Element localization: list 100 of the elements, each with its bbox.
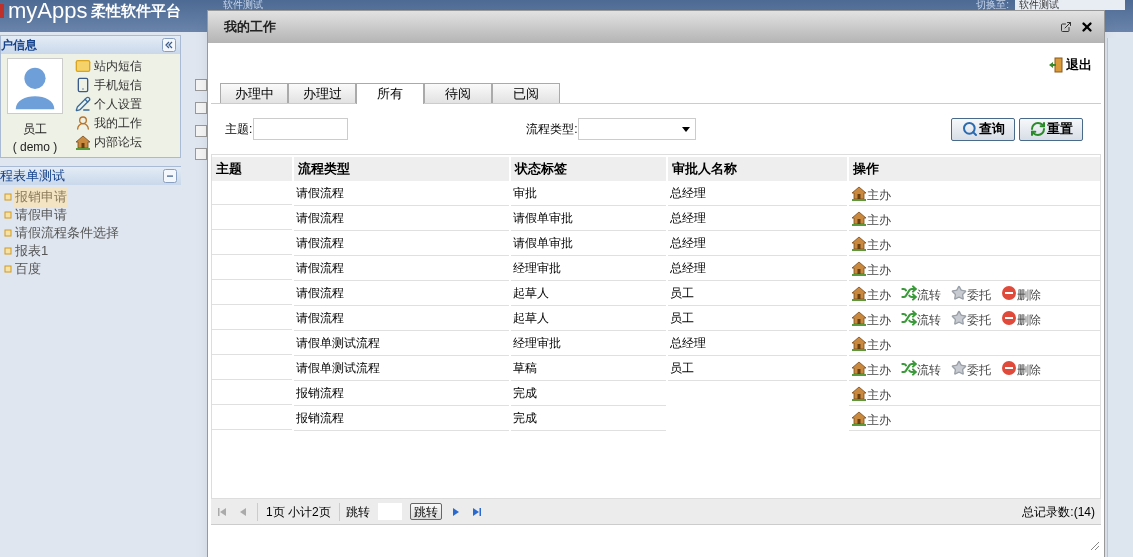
tree-item[interactable]: 请假申请 (14, 205, 68, 225)
dropdown-arrow-icon (681, 126, 690, 132)
process-type-label: 流程类型: (526, 121, 578, 138)
checkbox[interactable] (195, 78, 207, 91)
action-link[interactable]: 主办 (850, 385, 891, 401)
tree-item[interactable]: 报表1 (14, 241, 50, 261)
column-header: 主题 (212, 157, 292, 181)
action-link[interactable]: 流转 (900, 360, 941, 376)
action-link[interactable]: 删除 (1000, 360, 1041, 376)
table-cell: 完成 (511, 381, 667, 406)
action-link[interactable]: 流转 (900, 310, 941, 326)
subject-field[interactable] (253, 118, 349, 140)
jump-button[interactable]: 跳转 (409, 503, 442, 520)
table-cell: 请假流程 (293, 281, 509, 306)
column-header: 流程类型 (293, 157, 509, 181)
sidebar-link[interactable]: 站内短信 (75, 58, 142, 74)
table-cell: 起草人 (511, 306, 667, 331)
sidebar-link[interactable]: 我的工作 (75, 115, 142, 131)
checkbox[interactable] (195, 147, 207, 160)
house-icon (850, 260, 867, 276)
phone-icon (75, 77, 91, 93)
action-link[interactable]: 删除 (1000, 285, 1041, 301)
action-link[interactable]: 删除 (1000, 310, 1041, 326)
minimize-icon[interactable] (163, 169, 177, 183)
exit-link[interactable]: 退出 (1048, 55, 1092, 75)
delete-icon (1000, 360, 1017, 376)
search-icon (961, 121, 978, 137)
refresh-icon (1029, 121, 1046, 137)
user-name: 员工 (23, 121, 47, 138)
house-icon (850, 185, 867, 201)
tab[interactable]: 所有 (356, 83, 424, 104)
table-cell: 请假单审批 (511, 206, 667, 231)
tree-item[interactable]: 报销申请 (14, 187, 68, 207)
process-type-select[interactable] (577, 118, 696, 140)
delete-icon (1000, 285, 1017, 301)
pencil-icon (75, 96, 91, 112)
star-icon (950, 310, 967, 326)
action-link[interactable]: 流转 (900, 285, 941, 301)
table-cell: 员工 (668, 281, 847, 306)
house-icon (850, 360, 867, 376)
tab[interactable]: 已阅 (492, 83, 560, 103)
action-link[interactable]: 主办 (850, 335, 891, 351)
first-page-icon[interactable] (217, 505, 229, 518)
star-icon (950, 285, 967, 301)
tree-item[interactable]: 百度 (14, 259, 42, 279)
table-cell: 总经理 (668, 256, 847, 281)
table-cell: 总经理 (668, 206, 847, 231)
action-link[interactable]: 主办 (850, 235, 891, 251)
dialog-title: 我的工作 (224, 18, 276, 37)
action-link[interactable]: 主办 (850, 260, 891, 276)
shuffle-icon (900, 285, 917, 301)
action-link[interactable]: 委托 (950, 360, 991, 376)
column-header: 状态标签 (511, 157, 667, 181)
house-icon (850, 285, 867, 301)
column-header: 审批人名称 (668, 157, 847, 181)
action-link[interactable]: 主办 (850, 185, 891, 201)
tree-item[interactable]: 请假流程条件选择 (14, 223, 120, 243)
checkbox[interactable] (195, 101, 207, 114)
table-cell: 请假流程 (293, 206, 509, 231)
house-icon (850, 310, 867, 326)
panel-title: 户信息 (1, 37, 37, 54)
action-link[interactable]: 委托 (950, 285, 991, 301)
table-cell: 报销流程 (293, 406, 509, 431)
close-icon[interactable] (1080, 20, 1094, 34)
table-cell: 请假单测试流程 (293, 331, 509, 356)
house-icon (850, 385, 867, 401)
app-title: 软件测试 (223, 0, 264, 10)
sidebar-link[interactable]: 内部论坛 (75, 134, 142, 150)
user-account: ( demo ) (12, 139, 58, 156)
toolbar-button[interactable]: 查询 (951, 117, 1015, 141)
tab[interactable]: 待阅 (424, 83, 492, 103)
popout-icon[interactable] (1060, 21, 1072, 33)
action-link[interactable]: 主办 (850, 310, 891, 326)
star-icon (950, 360, 967, 376)
table-cell: 完成 (511, 406, 667, 431)
table-cell: 请假单审批 (511, 231, 667, 256)
panel-title: 程表单测试 (0, 167, 65, 186)
table-cell: 草稿 (511, 356, 667, 381)
house-icon (850, 410, 867, 426)
sidebar-link[interactable]: 手机短信 (75, 77, 142, 93)
table-cell: 总经理 (668, 181, 847, 206)
table-cell: 报销流程 (293, 381, 509, 406)
checkbox[interactable] (195, 124, 207, 137)
tab[interactable]: 办理中 (220, 83, 288, 103)
table-cell: 总经理 (668, 331, 847, 356)
table-cell: 请假流程 (293, 231, 509, 256)
tab[interactable]: 办理过 (288, 83, 356, 103)
shuffle-icon (900, 360, 917, 376)
resize-grip-icon[interactable] (1090, 541, 1100, 551)
switch-select[interactable]: 软件测试 (1015, 0, 1125, 10)
user-icon (75, 115, 91, 131)
action-link[interactable]: 主办 (850, 410, 891, 426)
toolbar-button[interactable]: 重置 (1019, 117, 1083, 141)
action-link[interactable]: 主办 (850, 210, 891, 226)
door-icon (1048, 57, 1064, 73)
action-link[interactable]: 主办 (850, 360, 891, 376)
action-link[interactable]: 主办 (850, 285, 891, 301)
sidebar-link[interactable]: 个人设置 (75, 96, 142, 112)
action-link[interactable]: 委托 (950, 310, 991, 326)
collapse-icon[interactable] (162, 38, 176, 52)
